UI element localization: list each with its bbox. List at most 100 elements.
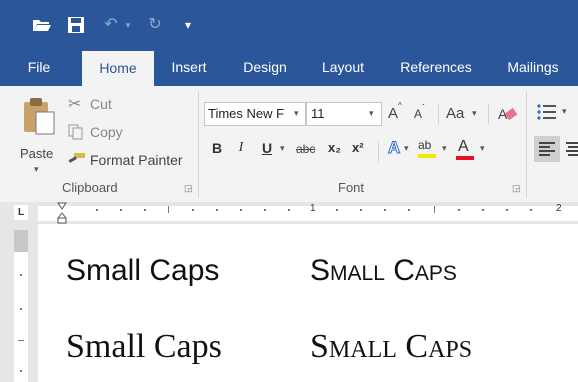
align-center-button[interactable] [564,136,578,162]
align-center-icon [566,142,578,156]
ruler-dot [530,209,532,211]
scissors-icon: ✂ [68,96,82,113]
save-icon[interactable] [64,14,88,36]
doc-text-sans-normal: Small Caps [66,254,220,287]
grow-font-button[interactable]: A ^ [388,101,406,124]
tab-home[interactable]: Home [82,51,154,86]
shrink-font-label: A [414,107,423,121]
paste-dropdown-icon[interactable]: ▾ [34,164,39,175]
change-case-button[interactable]: Aa ▾ [446,104,482,124]
ruler-dot [360,209,362,211]
vruler-dot [20,274,22,276]
tab-references[interactable]: References [390,48,482,86]
cut-button[interactable]: ✂ Cut [68,94,168,116]
font-separator-2 [488,104,489,124]
paste-label: Paste [20,146,54,161]
ruler-dot [458,209,460,211]
bullets-button[interactable] [536,102,560,124]
tab-mailings[interactable]: Mailings [496,48,570,86]
subscript-button[interactable]: x₂ [328,140,341,155]
highlight-button[interactable]: ab [416,138,444,162]
vruler-tick [18,340,24,341]
ruler-dot [506,209,508,211]
highlight-color-bar [418,154,436,158]
bullets-icon [537,104,556,120]
ruler-dot [216,209,218,211]
text-effects-button[interactable]: A [387,138,400,158]
underline-dropdown-icon[interactable]: ▾ [280,143,285,154]
horizontal-ruler-bar: L 1 2 [0,202,578,224]
font-size-combo[interactable]: 11 ▾ [306,102,382,126]
font-name-combo[interactable]: Times New F ▾ [204,102,306,126]
ruler-dot [408,209,410,211]
shrink-font-icon: ˇ [422,103,425,112]
font-size-value: 11 [311,106,325,121]
tab-insert[interactable]: Insert [160,48,218,86]
ruler-dot [384,209,386,211]
undo-icon[interactable]: ↶ [100,14,122,36]
horizontal-ruler[interactable] [38,206,578,221]
document-page[interactable]: Small Caps Small Caps Small Caps Small C… [38,224,578,382]
copy-button[interactable]: Copy [68,122,168,144]
font-color-button[interactable]: A [454,138,478,162]
doc-text-sans-smallcaps: Small Caps [310,254,457,287]
align-left-icon [539,142,555,156]
doc-text-serif-smallcaps: Small Caps [310,328,473,365]
grow-font-label: A [388,105,399,122]
ruler-dot [336,209,338,211]
format-painter-button[interactable]: Format Painter [68,150,190,172]
group-separator-2 [526,92,527,198]
ruler-dot [264,209,266,211]
eraser-icon: A [498,106,518,122]
tab-selector[interactable]: L [14,205,28,220]
ruler-dot [96,209,98,211]
paste-button[interactable]: Paste ▾ [18,96,62,176]
undo-dropdown-icon[interactable]: ▾ [122,14,134,36]
italic-button[interactable]: I [232,140,250,162]
font-color-label: A [458,138,469,155]
shrink-font-button[interactable]: A ˇ [414,103,432,124]
clipboard-launcher-icon[interactable]: ◲ [184,183,193,194]
copy-label: Copy [90,124,123,140]
ruler-dot [240,209,242,211]
underline-button[interactable]: U [258,140,276,162]
text-effects-dropdown-icon[interactable]: ▾ [404,143,409,154]
superscript-button[interactable]: x² [352,140,364,155]
ruler-dot [144,209,146,211]
cut-label: Cut [90,96,112,112]
strikethrough-button[interactable]: abc [296,142,315,156]
tab-layout[interactable]: Layout [312,48,374,86]
ribbon: Paste ▾ ✂ Cut Copy Format Painter Clipbo… [0,86,578,203]
font-color-bar [456,156,474,160]
vertical-ruler[interactable] [14,252,28,382]
ruler-tick [168,206,169,213]
vertical-ruler-shade [14,230,28,252]
font-name-dropdown-icon[interactable]: ▾ [294,108,299,119]
font-color-dropdown-icon[interactable]: ▾ [480,143,485,154]
bold-button[interactable]: B [208,140,226,162]
tab-file[interactable]: File [14,48,64,86]
tab-design[interactable]: Design [232,48,298,86]
clipboard-group-label: Clipboard [62,180,118,195]
bullets-dropdown-icon[interactable]: ▾ [562,106,567,117]
redo-icon[interactable]: ↻ [144,14,166,36]
font-group-label: Font [338,180,365,195]
customize-qat-icon[interactable]: ▾ [180,14,196,36]
paste-icon [24,98,55,135]
font-launcher-icon[interactable]: ◲ [512,183,521,194]
ribbon-tabs: File Home Insert Design Layout Reference… [0,48,578,86]
folder-open-icon[interactable] [30,14,54,36]
ruler-number-2: 2 [556,203,562,214]
indent-marker-icon [56,202,68,224]
align-left-button[interactable] [534,136,560,162]
highlight-label: ab [418,138,432,152]
vruler-dot [20,308,22,310]
clear-formatting-button[interactable]: A [498,104,520,124]
format-painter-icon [68,153,85,163]
indent-marker[interactable] [56,202,68,224]
highlight-dropdown-icon[interactable]: ▾ [442,143,447,154]
ruler-dot [288,209,290,211]
group-separator [198,92,199,198]
doc-text-serif-normal: Small Caps [66,328,222,365]
font-size-dropdown-icon[interactable]: ▾ [369,108,374,119]
